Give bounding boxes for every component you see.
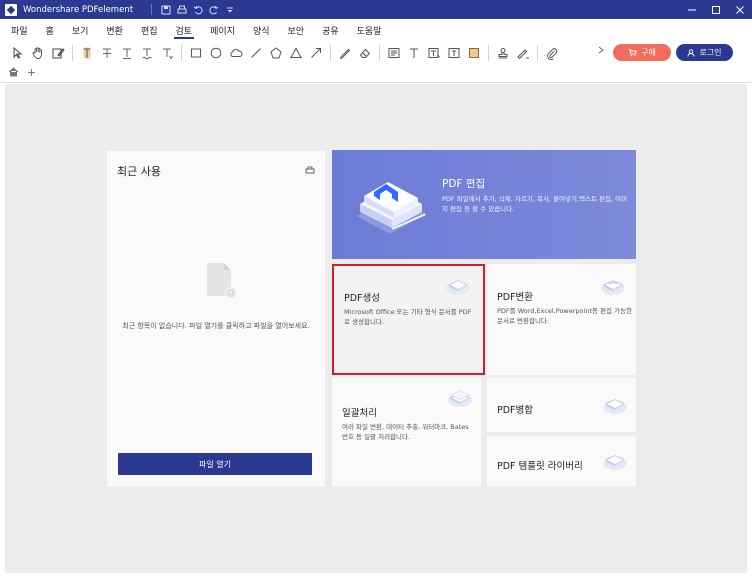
batch-process-description: 여러 파일 변환, 데이터 추출, 워터마크, Bates번호 등 일괄 처리합…	[342, 423, 469, 441]
edit-tool-icon[interactable]	[48, 43, 68, 63]
note-tool-icon[interactable]	[384, 43, 404, 63]
menu-security[interactable]: 보안	[279, 19, 314, 41]
pdf-templates-title: PDF 템플릿 라이버리	[497, 461, 583, 472]
create-pdf-card[interactable]: PDF생성 Microsoft Office 또는 기타 형식 문서를 PDF로…	[332, 264, 485, 375]
minimize-icon[interactable]	[680, 0, 704, 19]
title-bar: Wondershare PDFelement	[0, 0, 752, 19]
edit-pdf-illustration-icon	[356, 182, 426, 234]
strikethrough-tool-icon[interactable]	[97, 43, 117, 63]
line-tool-icon[interactable]	[246, 43, 266, 63]
menu-form[interactable]: 양식	[244, 19, 279, 41]
menu-home[interactable]: 홈	[37, 19, 63, 41]
menu-help[interactable]: 도움말	[348, 19, 391, 41]
oval-tool-icon[interactable]	[206, 43, 226, 63]
window-title: Wondershare PDFelement	[23, 4, 134, 15]
edit-pdf-card[interactable]: PDF 편집 PDF 파일에서 추가, 삭제, 자르기, 복사, 붙여넣기,텍스…	[332, 150, 636, 259]
convert-pdf-description: PDF를 Word,Excel,Powerpoint등 편집 가능한 문서로 변…	[497, 307, 633, 325]
toolbar-separator	[379, 45, 380, 61]
batch-process-card[interactable]: 일괄처리 여러 파일 변환, 데이터 추출, 워터마크, Bates번호 등 일…	[332, 378, 481, 486]
text-box-tool-icon[interactable]	[424, 43, 444, 63]
login-button-label: 로그인	[699, 48, 722, 57]
open-file-button[interactable]: 파일 열기	[118, 453, 312, 475]
undo-icon[interactable]	[190, 2, 206, 18]
buy-button-label: 구매	[641, 48, 656, 57]
hand-tool-icon[interactable]	[28, 43, 48, 63]
callout-tool-icon[interactable]	[444, 43, 464, 63]
merge-pdf-card[interactable]: PDF병합	[487, 378, 636, 432]
add-tab-icon[interactable]	[27, 67, 36, 80]
polygon-tool-icon[interactable]	[266, 43, 286, 63]
create-pdf-description: Microsoft Office 또는 기타 형식 문서를 PDF로 생성합니다…	[344, 308, 472, 326]
menu-file[interactable]: 파일	[0, 19, 37, 41]
convert-pdf-title: PDF변환	[497, 292, 533, 303]
signature-tool-icon[interactable]	[513, 43, 533, 63]
caret-text-tool-icon[interactable]	[157, 43, 177, 63]
clear-recent-icon[interactable]	[305, 165, 315, 174]
toolbar-separator	[537, 45, 538, 61]
wavy-underline-tool-icon[interactable]	[137, 43, 157, 63]
arrow-tool-icon[interactable]	[306, 43, 326, 63]
close-icon[interactable]	[728, 0, 752, 19]
highlight-tool-icon[interactable]	[77, 43, 97, 63]
edit-pdf-description: PDF 파일에서 추가, 삭제, 자르기, 복사, 붙여넣기,텍스트 편집, 이…	[442, 195, 628, 213]
pdf-templates-icon	[603, 455, 627, 470]
empty-document-icon	[207, 263, 236, 299]
recent-files-title: 최근 사용	[117, 165, 161, 178]
menu-convert[interactable]: 변환	[97, 19, 132, 41]
save-icon[interactable]	[158, 2, 174, 18]
buy-button[interactable]: 구매	[613, 44, 671, 61]
batch-process-title: 일괄처리	[342, 408, 377, 419]
menu-page[interactable]: 페이지	[201, 19, 244, 41]
create-pdf-title: PDF생성	[344, 293, 380, 304]
batch-process-icon	[448, 390, 472, 407]
select-tool-icon[interactable]	[8, 43, 28, 63]
menu-bar: 파일 홈 보기 변환 편집 검토 페이지 양식 보안 공유 도움말	[0, 19, 752, 41]
create-pdf-icon	[446, 280, 470, 295]
convert-pdf-card[interactable]: PDF변환 PDF를 Word,Excel,Powerpoint등 편집 가능한…	[487, 264, 636, 375]
area-highlight-tool-icon[interactable]	[464, 43, 484, 63]
window-controls	[680, 0, 752, 19]
recent-files-panel: 최근 사용 최근 항목이 없습니다. 파일 열기를 클릭하고 파일을 열어보세요…	[107, 151, 325, 486]
menu-share[interactable]: 공유	[313, 19, 348, 41]
toolbar-separator	[488, 45, 489, 61]
login-button[interactable]: 로그인	[676, 44, 733, 61]
menu-edit[interactable]: 편집	[132, 19, 167, 41]
toolbar-separator	[181, 45, 182, 61]
quick-access-dropdown-icon[interactable]	[222, 2, 238, 18]
pencil-tool-icon[interactable]	[335, 43, 355, 63]
cart-icon	[628, 48, 638, 56]
merge-pdf-title: PDF병합	[497, 405, 533, 416]
edit-pdf-title: PDF 편집	[442, 178, 486, 190]
triangle-tool-icon[interactable]	[286, 43, 306, 63]
toolbar-separator	[72, 45, 73, 61]
convert-pdf-icon	[601, 280, 625, 295]
menu-view[interactable]: 보기	[63, 19, 98, 41]
user-icon	[687, 48, 696, 57]
stamp-tool-icon[interactable]	[493, 43, 513, 63]
attachment-tool-icon[interactable]	[542, 43, 562, 63]
app-logo-icon	[5, 3, 17, 16]
pdf-templates-card[interactable]: PDF 템플릿 라이버리	[487, 436, 636, 486]
print-icon[interactable]	[174, 2, 190, 18]
underline-tool-icon[interactable]	[117, 43, 137, 63]
menu-review[interactable]: 검토	[167, 19, 202, 41]
toolbar-more-chevron-icon[interactable]	[598, 46, 604, 56]
maximize-icon[interactable]	[704, 0, 728, 19]
title-separator	[151, 4, 153, 15]
typewriter-tool-icon[interactable]	[404, 43, 424, 63]
toolbar-separator	[330, 45, 331, 61]
home-tab-icon[interactable]	[8, 67, 19, 80]
document-tab-strip	[0, 65, 752, 83]
recent-empty-message: 최근 항목이 없습니다. 파일 열기를 클릭하고 파일을 열어보세요.	[122, 322, 310, 330]
cloud-tool-icon[interactable]	[226, 43, 246, 63]
merge-pdf-icon	[603, 399, 627, 414]
eraser-tool-icon[interactable]	[355, 43, 375, 63]
redo-icon[interactable]	[206, 2, 222, 18]
rectangle-tool-icon[interactable]	[186, 43, 206, 63]
